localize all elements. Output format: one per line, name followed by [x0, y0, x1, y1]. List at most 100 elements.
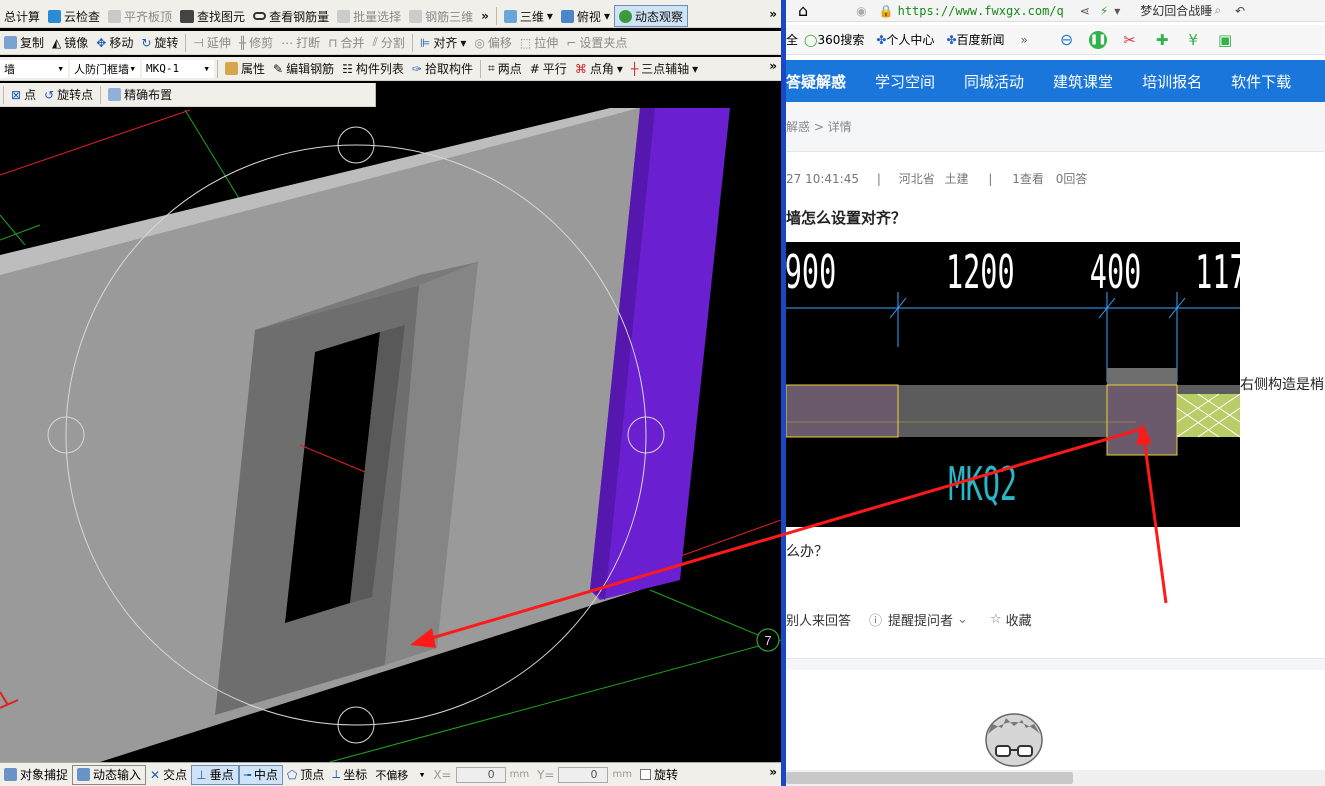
toolbar-overflow-3[interactable]: » [769, 59, 777, 73]
mirror-button[interactable]: ◭ 镜像 [48, 32, 92, 54]
rotate-point-icon: ↺ [44, 87, 55, 102]
nav-item-classroom[interactable]: 建筑课堂 [1053, 71, 1113, 92]
nav-item-training[interactable]: 培训报名 [1142, 71, 1202, 92]
component-list-button[interactable]: ☷ 构件列表 [338, 58, 408, 80]
split-button[interactable]: ⫽ 分割 [369, 32, 409, 54]
nav-item-qa[interactable]: 答疑解惑 [786, 71, 846, 92]
question-category: 土建 [944, 172, 969, 186]
search-icon[interactable]: ⌕ [1214, 3, 1221, 18]
cube-icon [503, 9, 517, 23]
point-button[interactable]: ⊠ 点 [7, 84, 40, 106]
dimension-text: 900 [786, 246, 836, 300]
glasses-icon [253, 12, 267, 20]
precise-place-button[interactable]: 精确布置 [104, 84, 176, 106]
bookmark-item[interactable]: 360搜索 [817, 31, 864, 48]
two-point-button[interactable]: ⌗ 两点 [484, 58, 526, 80]
cloud-check-button[interactable]: 云检查 [44, 5, 104, 27]
perpendicular-snap-toggle[interactable]: ⊥ 垂点 [191, 764, 239, 785]
chevron-down-icon: ▾ [203, 62, 210, 75]
three-point-aux-dropdown[interactable]: ┼ 三点辅轴 ▾ [627, 58, 702, 80]
point-angle-dropdown[interactable]: ⌘ 点角 ▾ [571, 58, 627, 80]
batch-select-button[interactable]: 批量选择 [333, 5, 405, 27]
breadcrumb-text[interactable]: 解惑 > 详情 [786, 118, 852, 135]
translate-icon[interactable]: ✚ [1156, 31, 1169, 49]
home-icon[interactable]: ⌂ [798, 1, 808, 20]
midpoint-snap-toggle[interactable]: ╼ 中点 [238, 764, 283, 785]
favorite-button[interactable]: 收藏 [1006, 610, 1032, 629]
edit-rebar-button[interactable]: ✎ 编辑钢筋 [269, 58, 338, 80]
move-button[interactable]: ✥ 移动 [92, 32, 137, 54]
paw-icon: ✤ [946, 32, 957, 47]
game-icon[interactable]: ▣ [1218, 31, 1232, 49]
offset-button[interactable]: ◎ 偏移 [470, 32, 516, 54]
remind-asker-button[interactable]: 提醒提问者 [888, 610, 953, 629]
copy-button[interactable]: 复制 [0, 32, 48, 54]
coordinate-snap-toggle[interactable]: ⟂ 坐标 [328, 765, 371, 785]
url-field[interactable]: https://www.fwxgx.com/q [898, 4, 1064, 18]
align-dropdown[interactable]: ⊫ 对齐 ▾ [416, 32, 471, 54]
nav-item-study[interactable]: 学习空间 [875, 71, 935, 92]
total-calc-button[interactable]: 总计算 [0, 5, 44, 27]
bookmark-item[interactable]: 全 [786, 31, 798, 48]
undo-icon[interactable]: ↶ [1235, 4, 1245, 18]
view-rebar-qty-button[interactable]: 查看钢筋量 [249, 5, 333, 27]
dynamic-input-toggle[interactable]: 动态输入 [72, 764, 147, 785]
toolbar-overflow-1b[interactable]: » [769, 7, 777, 21]
vertex-snap-toggle[interactable]: ⬠ 顶点 [283, 765, 328, 785]
minus-circle-icon[interactable]: ⊖ [1060, 30, 1073, 49]
cloud-check-icon [48, 9, 62, 23]
pause-icon[interactable]: ❚❚ [1089, 30, 1108, 49]
break-button[interactable]: ⋯ 打断 [277, 32, 324, 54]
flush-slab-top-button[interactable]: 平齐板顶 [104, 5, 176, 27]
component-subtype-select[interactable]: 人防门框墙 ▾ [70, 59, 140, 78]
rotate-checkbox[interactable]: 旋转 [636, 765, 682, 785]
rebar-3d-button[interactable]: 钢筋三维 [405, 5, 477, 27]
column-top [1107, 368, 1177, 386]
x-coordinate-input[interactable]: 0 [455, 766, 506, 783]
component-type-select[interactable]: 墙 ▾ [0, 59, 68, 78]
question-image[interactable]: 900 1200 400 117 MKQ2 [786, 242, 1240, 527]
trim-button[interactable]: ╫ 修剪 [235, 32, 277, 54]
extend-button[interactable]: ⊣ 延伸 [189, 32, 234, 54]
search-hint[interactable]: 梦幻回合战睡 [1140, 2, 1212, 19]
dimension-text: 400 [1090, 246, 1142, 300]
pick-component-button[interactable]: ✑ 拾取构件 [408, 58, 477, 80]
offset-mode-select[interactable]: 不偏移 ▾ [371, 765, 430, 784]
properties-button[interactable]: 属性 [221, 58, 269, 80]
money-icon[interactable]: ¥ [1188, 31, 1198, 49]
set-grip-button[interactable]: ⌐ 设置夹点 [562, 32, 631, 54]
y-coordinate-input[interactable]: 0 [558, 766, 609, 783]
nav-item-events[interactable]: 同城活动 [964, 71, 1024, 92]
find-element-button[interactable]: 查找图元 [176, 5, 249, 27]
merge-button[interactable]: ⊓ 合并 [324, 32, 368, 54]
axis-line [0, 224, 41, 241]
component-name-select[interactable]: MKQ-1 ▾ [142, 59, 214, 78]
toolbar-overflow-1[interactable]: » [477, 5, 493, 27]
dimension-text: 117 [1195, 246, 1240, 300]
scissors-icon[interactable]: ✂ [1123, 31, 1136, 49]
view-3d-dropdown[interactable]: 三维 ▾ [500, 5, 557, 27]
chevron-down-icon[interactable]: ▾ [1114, 4, 1120, 18]
trim-icon: ╫ [238, 35, 247, 50]
parallel-button[interactable]: # 平行 [526, 58, 571, 80]
bookmark-item[interactable]: 百度新闻 [957, 31, 1005, 48]
3d-viewport[interactable]: 7 [0, 108, 781, 763]
nav-item-download[interactable]: 软件下载 [1231, 71, 1291, 92]
top-view-dropdown[interactable]: 俯视 ▾ [557, 5, 614, 27]
intersection-snap-toggle[interactable]: ✕ 交点 [146, 765, 191, 785]
invite-answer-button[interactable]: 别人来回答 [786, 610, 851, 629]
dynamic-view-button[interactable]: 动态观察 [613, 5, 688, 27]
slab-icon [108, 9, 122, 23]
3d-scene[interactable]: 7 [0, 108, 781, 763]
status-overflow[interactable]: » [769, 765, 777, 779]
scrollbar-thumb[interactable] [786, 772, 1073, 784]
stretch-button[interactable]: ⬚ 拉伸 [516, 32, 562, 54]
object-snap-toggle[interactable]: 对象捕捉 [0, 765, 72, 785]
horizontal-scrollbar[interactable] [786, 770, 1325, 786]
rotate-button[interactable]: ↻ 旋转 [137, 32, 182, 54]
bookmarks-overflow-icon[interactable]: » [1021, 33, 1028, 47]
rotate-point-button[interactable]: ↺ 旋转点 [40, 84, 97, 106]
lightning-icon[interactable]: ⚡ [1100, 4, 1108, 18]
share-icon[interactable]: ⋖ [1080, 4, 1090, 18]
bookmark-item[interactable]: 个人中心 [886, 31, 934, 48]
